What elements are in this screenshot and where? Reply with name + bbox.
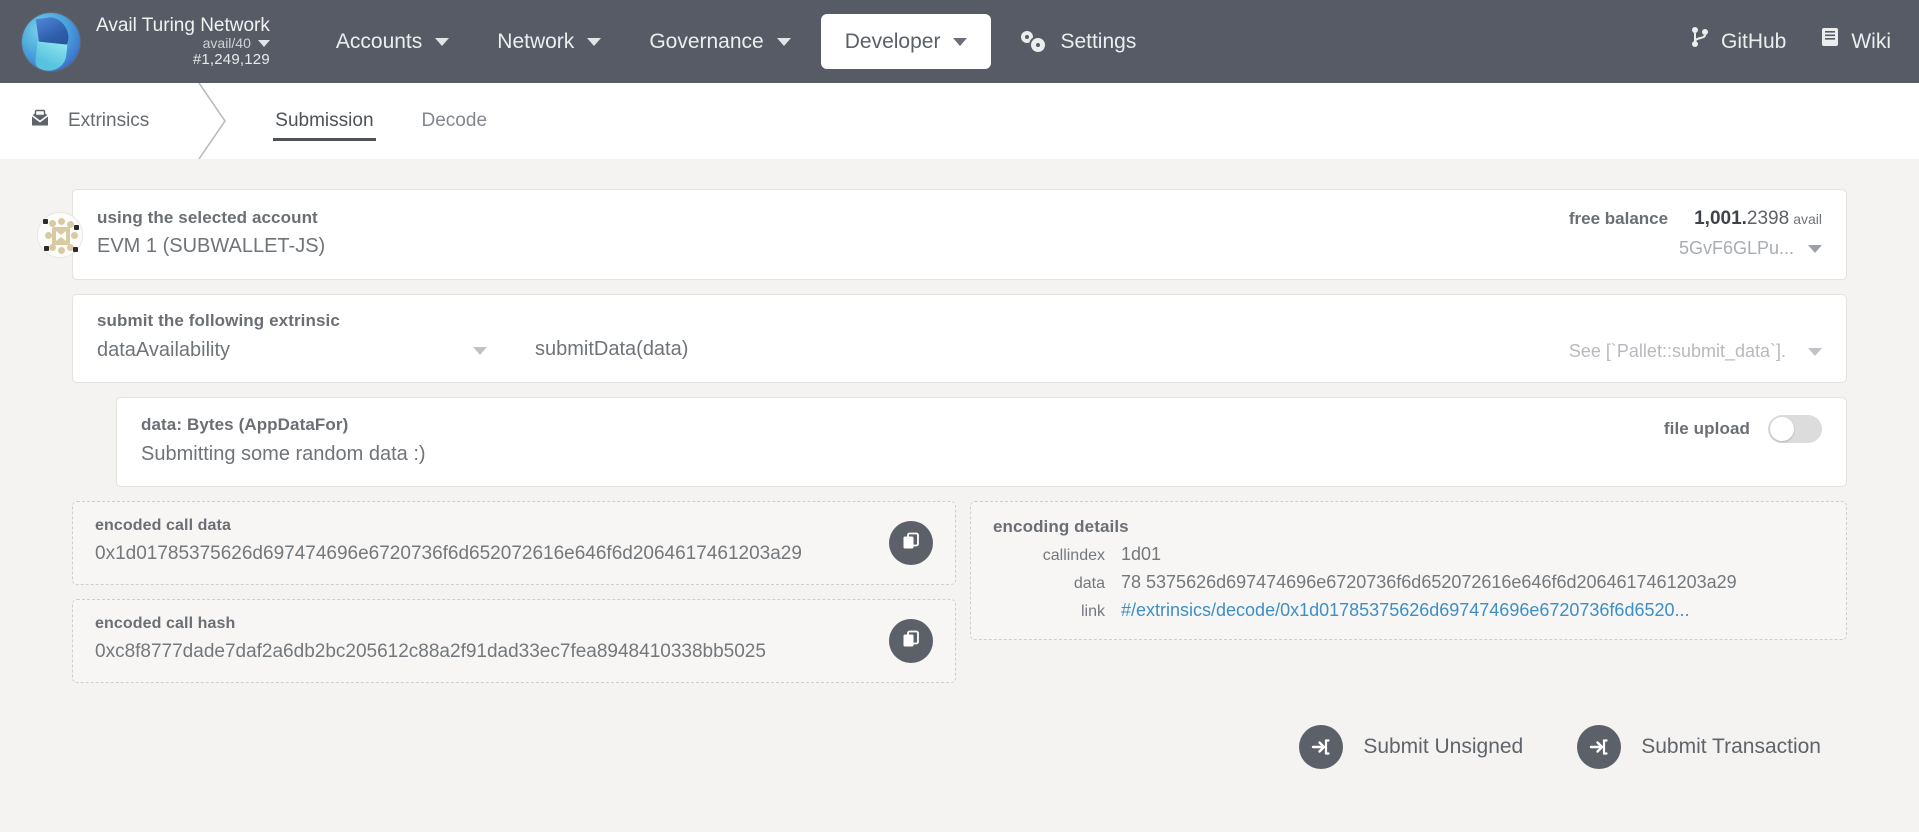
breadcrumb-separator [193,83,239,159]
encoded-call-data-value: 0x1d01785375626d697474696e6720736f6d6520… [95,543,802,564]
detail-key: data [1073,575,1105,592]
sign-in-icon [1299,725,1344,770]
top-navigation-bar: Avail Turing Network avail/40 #1,249,129… [0,0,1919,83]
encoding-grid: encoded call data 0x1d01785375626d697474… [72,501,1847,697]
encoded-call-hash-label: encoded call hash [95,615,236,633]
chevron-down-icon [776,37,791,46]
encoded-call-data-panel: encoded call data 0x1d01785375626d697474… [72,501,956,586]
detail-row-data: data 78 5375626d697474696e6720736f6d6520… [993,572,1824,593]
balance-block: free balance 1,001.2398 avail 5GvF6GLPu..… [1569,208,1822,259]
pallet-value: dataAvailability [97,339,231,361]
balance-unit: avail [1793,211,1822,227]
submit-transaction-label: Submit Transaction [1641,735,1821,759]
submit-actions: Submit Unsigned Submit Transaction [72,725,1847,770]
param-card: data: Bytes (AppDataFor) Submitting some… [116,397,1847,487]
chevron-down-icon [1808,347,1822,356]
account-label: using the selected account [97,208,318,227]
chevron-down-icon [473,346,487,355]
encoding-details-title: encoding details [993,517,1129,536]
extrinsic-label: submit the following extrinsic [97,311,340,330]
extrinsic-docs-text: See [`Pallet::submit_data`]. [1568,341,1786,361]
balance-label: free balance [1568,209,1669,228]
encoded-call-data-label: encoded call data [95,517,231,534]
breadcrumb-tab-bar: Extrinsics Submission Decode [0,83,1919,159]
pallet-select[interactable]: dataAvailability [97,339,487,362]
copy-call-hash-button[interactable] [889,619,933,664]
encoded-call-hash-panel: encoded call hash 0xc8f8777dade7daf2a6db… [72,599,956,684]
link-github[interactable]: GitHub [1690,0,1786,83]
nav-item-settings[interactable]: Settings [997,0,1160,83]
detail-value: 78 5375626d697474696e6720736f6d652072616… [1121,572,1737,592]
detail-value: 1d01 [1121,544,1162,564]
file-upload-control[interactable]: file upload [1664,415,1822,443]
param-input[interactable]: Submitting some random data :) [141,443,426,466]
main-nav: Accounts Network Governance Developer Se… [312,0,1160,83]
network-version[interactable]: avail/40 [96,35,270,52]
submit-transaction-button[interactable]: Submit Transaction [1577,725,1821,770]
main-content: using the selected account EVM 1 (SUBWAL… [0,159,1919,770]
tab-decode[interactable]: Decode [398,83,512,159]
brand-block[interactable]: Avail Turing Network avail/40 #1,249,129 [22,12,270,71]
nav-item-network[interactable]: Network [473,0,625,83]
param-label: data: Bytes (AppDataFor) [141,415,349,434]
chevron-down-icon [587,37,602,46]
balance-decimal: 2398 [1746,208,1790,229]
chevron-down-icon [257,40,270,48]
method-value: submitData(data) [535,338,689,360]
tab-list: Submission Decode [251,83,511,159]
account-address: 5GvF6GLPu... [1678,238,1794,258]
account-card: using the selected account EVM 1 (SUBWAL… [37,189,1847,280]
gear-icon [1021,30,1047,53]
copy-icon [901,629,921,654]
account-address-select[interactable]: 5GvF6GLPu... [1569,238,1822,259]
chevron-down-icon [953,37,968,46]
extrinsic-card: submit the following extrinsic dataAvail… [72,294,1847,383]
file-upload-toggle[interactable] [1768,415,1822,443]
submit-unsigned-label: Submit Unsigned [1363,735,1524,759]
link-wiki[interactable]: Wiki [1820,0,1891,83]
detail-key: link [1080,603,1105,620]
book-icon [1820,0,1840,83]
decode-link[interactable]: #/extrinsics/decode/0x1d01785375626d6974… [1121,600,1690,621]
envelope-icon [28,106,52,136]
block-number: #1,249,129 [192,50,270,68]
encoded-call-hash-value: 0xc8f8777dade7daf2a6db2bc205612c88a2f91d… [95,641,766,663]
code-branch-icon [1690,0,1710,83]
submit-unsigned-button[interactable]: Submit Unsigned [1299,725,1524,770]
detail-row-link: link #/extrinsics/decode/0x1d01785375626… [993,600,1824,621]
extrinsic-docs[interactable]: See [`Pallet::submit_data`]. [1569,341,1822,362]
top-right-links: GitHub Wiki [1690,0,1891,83]
encoded-column: encoded call data 0x1d01785375626d697474… [72,501,956,697]
polkadot-identicon[interactable] [37,212,83,258]
breadcrumb[interactable]: Extrinsics [0,83,193,159]
nav-item-governance[interactable]: Governance [625,0,814,83]
network-name: Avail Turing Network [96,14,270,36]
detail-row-callindex: callindex 1d01 [993,544,1824,565]
encoding-details-panel: encoding details callindex 1d01 data 78 … [970,501,1847,640]
copy-icon [901,531,921,556]
account-value[interactable]: EVM 1 (SUBWALLET-JS) [97,235,325,258]
tab-submission[interactable]: Submission [251,83,397,159]
breadcrumb-label: Extrinsics [68,110,150,131]
chevron-down-icon [435,37,450,46]
detail-key: callindex [1042,547,1105,564]
balance-amount: 1,001.2398 avail [1694,208,1822,230]
chevron-down-icon [1808,244,1822,253]
balance-integer: 1,001. [1694,208,1747,229]
sign-in-icon [1577,725,1622,770]
method-select[interactable]: submitData(data) [535,338,688,361]
encoding-details-column: encoding details callindex 1d01 data 78 … [970,501,1847,640]
avail-logo-icon [22,12,80,71]
copy-call-data-button[interactable] [889,521,933,566]
nav-item-accounts[interactable]: Accounts [312,0,473,83]
nav-item-developer[interactable]: Developer [820,14,992,69]
file-upload-label: file upload [1663,419,1750,438]
